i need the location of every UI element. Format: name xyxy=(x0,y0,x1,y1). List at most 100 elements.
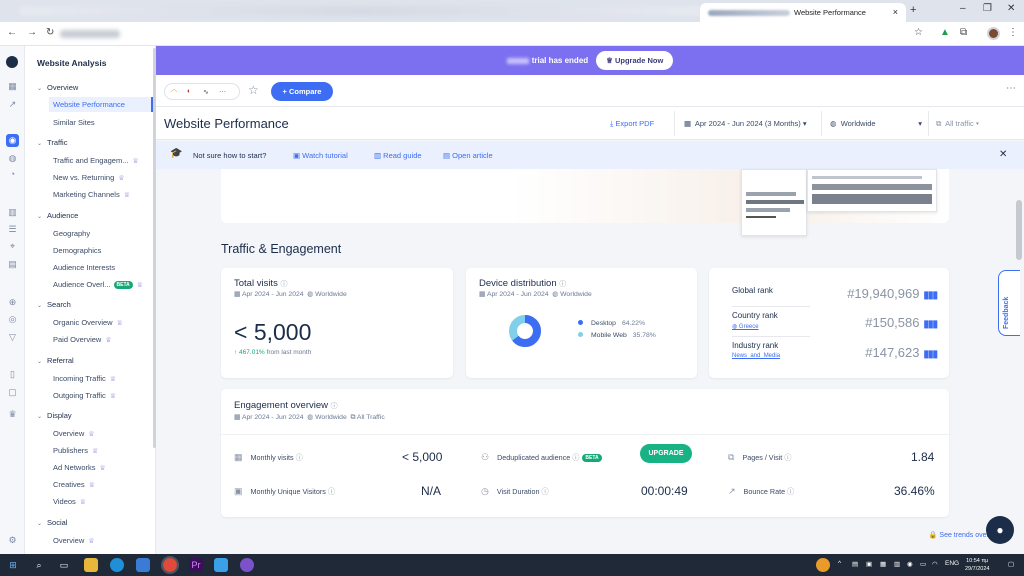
crown-rail-icon[interactable]: ♛ xyxy=(6,408,19,421)
pie-icon[interactable]: ◔ xyxy=(6,168,19,181)
export-pdf-button[interactable]: ⤓ Export PDF xyxy=(610,119,654,129)
file-explorer-icon[interactable] xyxy=(84,558,98,572)
info-icon[interactable]: ⓘ xyxy=(787,487,794,496)
more-options-icon[interactable]: ⋯ xyxy=(1006,83,1016,94)
battery-icon[interactable]: ▭ xyxy=(920,560,926,568)
info-icon[interactable]: ⓘ xyxy=(784,453,791,462)
section-referral[interactable]: ⌄ Referral xyxy=(37,356,74,365)
sidebar-item-demographics[interactable]: Demographics xyxy=(53,246,101,255)
section-social[interactable]: ⌄ Social xyxy=(37,518,67,527)
language-indicator[interactable]: ENG xyxy=(945,560,959,567)
tray-icon[interactable]: ▦ xyxy=(880,560,886,568)
minimize-button[interactable]: – xyxy=(960,3,966,14)
section-overview[interactable]: ⌄ Overview xyxy=(37,83,78,92)
sidebar-item-social-overview[interactable]: Overview ♕ xyxy=(53,536,95,545)
sidebar-item-display-overview[interactable]: Overview ♕ xyxy=(53,429,95,438)
info-icon[interactable]: ⓘ xyxy=(280,281,287,288)
list-icon[interactable]: ☰ xyxy=(6,223,19,236)
sidebar-item-videos[interactable]: Videos ♕ xyxy=(53,497,86,506)
open-article-link[interactable]: ▤ Open article xyxy=(443,151,493,160)
browser-tab-active[interactable]: Website Performance × xyxy=(700,3,906,22)
info-icon[interactable]: ⓘ xyxy=(559,281,566,288)
chrome-icon[interactable] xyxy=(161,556,179,574)
tray-icon[interactable]: ▣ xyxy=(866,560,872,568)
info-icon[interactable]: ⓘ xyxy=(331,403,338,410)
edge-icon[interactable] xyxy=(110,558,124,572)
upgrade-button[interactable]: UPGRADE xyxy=(640,444,692,463)
sidebar-item-outgoing-traffic[interactable]: Outgoing Traffic ♕ xyxy=(53,391,116,400)
tray-icon[interactable]: ▤ xyxy=(852,560,858,568)
search-icon[interactable]: ⌕ xyxy=(32,558,46,572)
globe-search-icon[interactable]: ⊕ xyxy=(6,296,19,309)
upgrade-now-button[interactable]: ♕ Upgrade Now xyxy=(596,51,674,70)
copy-icon[interactable]: ▢ xyxy=(6,386,19,399)
settings-icon[interactable]: ⚙ xyxy=(6,534,19,547)
sidebar-item-new-returning[interactable]: New vs. Returning ♕ xyxy=(53,173,125,182)
forward-icon[interactable]: → xyxy=(27,27,37,38)
sidebar-item-website-performance[interactable]: Website Performance xyxy=(49,97,153,112)
date-range-dropdown[interactable]: ▦ Apr 2024 - Jun 2024 (3 Months) ▾ xyxy=(684,119,807,128)
sidebar-item-audience-interests[interactable]: Audience Interests xyxy=(53,263,115,272)
tab-close-icon[interactable]: × xyxy=(893,7,898,17)
globe-icon[interactable]: ◍ xyxy=(6,152,19,165)
site-favicons[interactable]: ◠ ◐ ∿ ⋯ xyxy=(164,83,240,100)
page-scrollbar[interactable] xyxy=(1016,200,1022,260)
dashboard-icon[interactable]: ▦ xyxy=(6,80,19,93)
profile-avatar[interactable] xyxy=(987,27,1000,40)
region-dropdown[interactable]: ◍ Worldwide ▾ xyxy=(830,119,922,128)
tray-icon[interactable]: ▥ xyxy=(894,560,900,568)
viber-icon[interactable] xyxy=(240,558,254,572)
extensions-icon[interactable]: ⧉ xyxy=(960,27,967,38)
sidebar-item-geography[interactable]: Geography xyxy=(53,229,90,238)
feedback-tab[interactable]: Feedback xyxy=(998,270,1020,336)
website-analysis-icon[interactable]: ◉ xyxy=(6,134,19,147)
info-icon[interactable]: ⓘ xyxy=(328,487,335,496)
building-icon[interactable]: ▥ xyxy=(6,206,19,219)
sidebar-item-incoming-traffic[interactable]: Incoming Traffic ♕ xyxy=(53,374,116,383)
tag-icon[interactable]: ⌖ xyxy=(6,240,19,253)
section-display[interactable]: ⌄ Display xyxy=(37,411,72,420)
chat-bubble-icon[interactable]: ● xyxy=(986,516,1014,544)
sidebar-item-marketing-channels[interactable]: Marketing Channels ♕ xyxy=(53,190,130,199)
browser-menu-icon[interactable]: ⋮ xyxy=(1008,27,1018,38)
watch-tutorial-link[interactable]: ▣ Watch tutorial xyxy=(293,151,348,160)
taskbar-clock[interactable]: 10:54 πμ 29/7/2024 xyxy=(965,557,989,573)
info-icon[interactable]: ⓘ xyxy=(296,453,303,462)
sidebar-item-creatives[interactable]: Creatives ♕ xyxy=(53,480,95,489)
read-guide-link[interactable]: ▥ Read guide xyxy=(374,151,422,160)
close-icon[interactable]: ✕ xyxy=(999,149,1007,160)
sidebar-item-audience-overlap[interactable]: Audience Overl... BETA ♕ xyxy=(53,280,143,289)
new-tab-button[interactable]: + xyxy=(910,4,916,16)
info-icon[interactable]: ⓘ xyxy=(572,453,579,462)
url-field[interactable] xyxy=(60,26,900,42)
chart-icon[interactable]: ↗ xyxy=(6,98,19,111)
close-window-button[interactable]: ✕ xyxy=(1007,3,1015,14)
back-icon[interactable]: ← xyxy=(7,27,17,38)
target-icon[interactable]: ◎ xyxy=(6,313,19,326)
wifi-icon[interactable]: ◠ xyxy=(932,560,938,568)
section-search[interactable]: ⌄ Search xyxy=(37,300,71,309)
premiere-icon[interactable]: Pr xyxy=(189,558,203,572)
sidebar-item-publishers[interactable]: Publishers ♕ xyxy=(53,446,98,455)
app-icon[interactable] xyxy=(136,558,150,572)
bookmark-star-icon[interactable]: ☆ xyxy=(914,27,923,38)
tray-app-icon[interactable] xyxy=(816,558,830,572)
sidebar-item-similar-sites[interactable]: Similar Sites xyxy=(53,118,95,127)
compare-button[interactable]: + Compare xyxy=(271,82,333,101)
funnel-icon[interactable]: ▽ xyxy=(6,331,19,344)
tray-icon[interactable]: ◉ xyxy=(907,560,913,568)
app-logo[interactable] xyxy=(6,56,18,68)
notifications-icon[interactable]: ▢ xyxy=(1008,560,1014,568)
sidebar-item-ad-networks[interactable]: Ad Networks ♕ xyxy=(53,463,106,472)
windows-start-icon[interactable]: ⊞ xyxy=(6,558,20,572)
maximize-button[interactable]: ❐ xyxy=(983,3,992,14)
info-icon[interactable]: ⓘ xyxy=(541,487,548,496)
reload-icon[interactable]: ↻ xyxy=(46,27,54,38)
sidebar-item-organic-overview[interactable]: Organic Overview ♕ xyxy=(53,318,123,327)
task-view-icon[interactable]: ▭ xyxy=(57,558,71,572)
sidebar-item-traffic-engagement[interactable]: Traffic and Engagem... ♕ xyxy=(53,156,139,165)
document-icon[interactable]: ▯ xyxy=(6,368,19,381)
drive-extension-icon[interactable]: ▲ xyxy=(940,27,950,38)
traffic-dropdown[interactable]: ⧉ All traffic ▾ xyxy=(936,119,979,129)
tray-chevron-icon[interactable]: ^ xyxy=(838,560,841,567)
